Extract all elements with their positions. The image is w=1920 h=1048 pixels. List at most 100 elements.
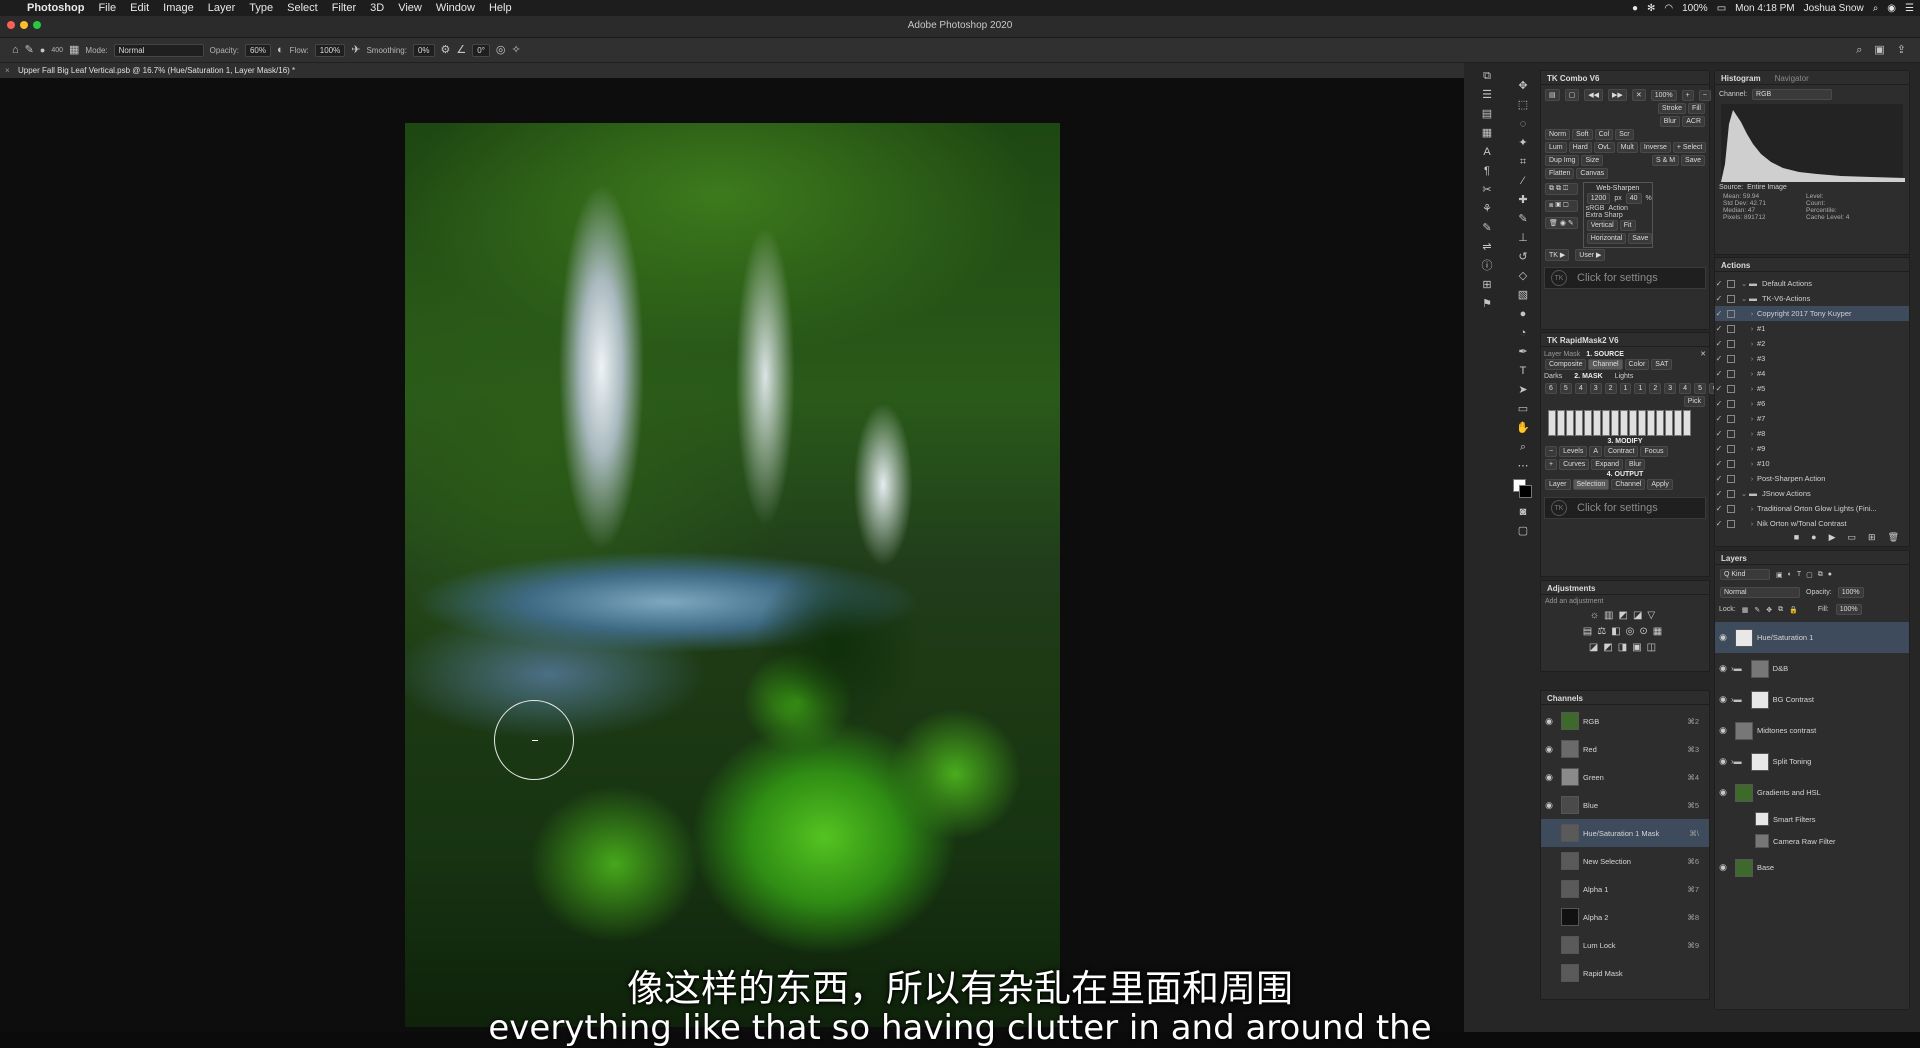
navigator-tab[interactable]: Navigator (1775, 74, 1809, 83)
expand-chevron-icon[interactable]: › (1747, 414, 1757, 423)
action-row[interactable]: ✓ › #1 (1715, 321, 1909, 336)
light-level-1[interactable]: 1 (1634, 383, 1647, 394)
lasso-tool-icon[interactable]: ◌ (1520, 118, 1527, 130)
visibility-eye-icon[interactable]: ◉ (1715, 694, 1731, 705)
visibility-eye-icon[interactable]: ◉ (1715, 725, 1731, 736)
crop-tool-icon[interactable]: ⌗ (1520, 156, 1526, 168)
photo-filter-icon[interactable]: ◎ (1626, 626, 1640, 637)
swatches-panel-icon[interactable]: ▦ (1482, 127, 1492, 139)
properties-panel-icon[interactable]: ☰ (1482, 89, 1492, 101)
visibility-eye-icon[interactable]: ◉ (1541, 716, 1557, 727)
user-menu-button[interactable]: User ▶ (1575, 249, 1606, 261)
dark-level-1[interactable]: 1 (1619, 383, 1632, 394)
menu-edit[interactable]: Edit (123, 2, 156, 14)
action-row[interactable]: ✓ › #10 (1715, 456, 1909, 471)
lock-transparent-icon[interactable]: ▦ (1742, 606, 1749, 614)
bluetooth-icon[interactable]: ✻ (1647, 3, 1655, 14)
expand-chevron-icon[interactable]: ⌄ (1739, 489, 1749, 498)
dodge-tool-icon[interactable]: ◔ (1520, 327, 1527, 339)
filter-toggle-icon[interactable]: ● (1828, 571, 1832, 578)
siri-icon[interactable]: ◉ (1887, 3, 1896, 14)
action-row[interactable]: ✓ › #8 (1715, 426, 1909, 441)
blur-tool-icon[interactable]: ● (1520, 308, 1527, 320)
visibility-eye-icon[interactable]: ◉ (1715, 862, 1731, 873)
tk-combo-settings[interactable]: TK Click for settings (1544, 267, 1706, 289)
action-dialog-toggle[interactable] (1727, 309, 1735, 318)
action-dialog-toggle[interactable] (1727, 279, 1735, 288)
layer-row[interactable]: Smart Filters (1715, 808, 1909, 830)
curves-button[interactable]: Curves (1559, 459, 1590, 470)
expand-chevron-icon[interactable]: ⌄ (1739, 294, 1749, 303)
search-icon[interactable]: ⌕ (1856, 44, 1862, 56)
threshold-icon[interactable]: ◨ (1618, 642, 1632, 653)
dark-level-6[interactable]: 6 (1545, 383, 1557, 394)
action-toggle-check[interactable]: ✓ (1715, 279, 1723, 288)
action-dialog-toggle[interactable] (1727, 369, 1735, 378)
smoothing-field[interactable]: 0% (412, 43, 435, 57)
ovl-button[interactable]: OvL (1593, 142, 1615, 153)
record-action-icon[interactable]: ● (1811, 532, 1816, 543)
user-name[interactable]: Joshua Snow (1804, 3, 1864, 14)
fit-icon[interactable]: ✕ (1631, 89, 1646, 101)
channel-mixer-icon[interactable]: ⊙ (1639, 626, 1652, 637)
brush-preset-picker[interactable]: ● (40, 44, 45, 56)
channel-row[interactable]: ◉ Blue ⌘5 (1541, 791, 1709, 819)
document-tab[interactable]: × Upper Fall Big Leaf Vertical.psb @ 16.… (0, 63, 1464, 78)
lock-pixels-icon[interactable]: ✎ (1754, 606, 1760, 614)
plus-select-button[interactable]: + Select (1672, 142, 1707, 153)
layer-row[interactable]: ◉ Gradients and HSL (1715, 777, 1909, 808)
lock-position-icon[interactable]: ✥ (1766, 606, 1772, 614)
paths-panel-icon[interactable]: ✎ (1482, 222, 1491, 234)
zone-key[interactable] (1638, 410, 1646, 436)
pick-button[interactable]: Pick (1683, 396, 1705, 407)
layer-row[interactable]: ◉ ›▬ D&B (1715, 653, 1909, 684)
layer-row[interactable]: Camera Raw Filter (1715, 830, 1909, 852)
expand-chevron-icon[interactable]: › (1747, 384, 1757, 393)
zoom-out-icon[interactable]: − (1698, 89, 1711, 101)
dark-level-4[interactable]: 4 (1574, 383, 1587, 394)
save-button[interactable]: Save (1681, 155, 1705, 166)
new-doc-icon[interactable]: ▢ (1564, 89, 1580, 101)
stop-icon[interactable]: ■ (1794, 532, 1799, 543)
ws-save-button[interactable]: Save (1628, 233, 1653, 244)
layer-delete-icon[interactable]: 🗑 ◉ ✎ (1545, 217, 1578, 229)
action-toggle-check[interactable]: ✓ (1715, 489, 1723, 498)
action-toggle-check[interactable]: ✓ (1715, 474, 1723, 483)
color-balance-icon[interactable]: ⚖ (1597, 626, 1611, 637)
play-icon[interactable]: ▶ (1829, 532, 1836, 543)
expand-chevron-icon[interactable]: › (1747, 444, 1757, 453)
action-dialog-toggle[interactable] (1727, 399, 1735, 408)
action-dialog-toggle[interactable] (1727, 294, 1735, 303)
scr-button[interactable]: Scr (1615, 129, 1634, 140)
modify-blur-button[interactable]: Blur (1625, 459, 1646, 470)
delete-action-icon[interactable]: 🗑 (1888, 532, 1899, 543)
action-toggle-check[interactable]: ✓ (1715, 384, 1723, 393)
layer-opacity-field[interactable]: 100% (1837, 587, 1864, 598)
edit-toolbar-icon[interactable]: ⋯ (1518, 460, 1529, 472)
menu-view[interactable]: View (391, 2, 429, 14)
zone-key[interactable] (1593, 410, 1601, 436)
action-toggle-check[interactable]: ✓ (1715, 369, 1723, 378)
menu-filter[interactable]: Filter (325, 2, 363, 14)
action-dialog-toggle[interactable] (1727, 474, 1735, 483)
action-row[interactable]: ✓ › #4 (1715, 366, 1909, 381)
vertical-button[interactable]: Vertical (1586, 220, 1618, 231)
action-toggle-check[interactable]: ✓ (1715, 324, 1723, 333)
share-icon[interactable]: ⇪ (1897, 44, 1906, 56)
action-row[interactable]: ✓ ⌄ ▬ TK-V6-Actions (1715, 291, 1909, 306)
expand-chevron-icon[interactable]: › (1747, 309, 1757, 318)
action-dialog-toggle[interactable] (1727, 519, 1735, 528)
expand-chevron-icon[interactable]: › (1747, 474, 1757, 483)
workspace-icon[interactable]: ▣ (1874, 44, 1884, 56)
focus-button[interactable]: Focus (1640, 446, 1668, 457)
healing-brush-tool-icon[interactable]: ✚ (1518, 194, 1527, 206)
action-row[interactable]: ✓ ⌄ ▬ JSnow Actions (1715, 486, 1909, 501)
rapidmask-settings[interactable]: TK Click for settings (1544, 497, 1706, 519)
menu-image[interactable]: Image (156, 2, 201, 14)
canvas-button[interactable]: Canvas (1576, 168, 1609, 179)
pressure-size-icon[interactable]: ◎ (496, 44, 506, 56)
histogram-source-select[interactable]: Entire Image (1747, 184, 1787, 191)
layer-group-icon[interactable]: ›▬ (1731, 757, 1742, 766)
expand-button[interactable]: Expand (1591, 459, 1624, 470)
hard-button[interactable]: Hard (1568, 142, 1592, 153)
